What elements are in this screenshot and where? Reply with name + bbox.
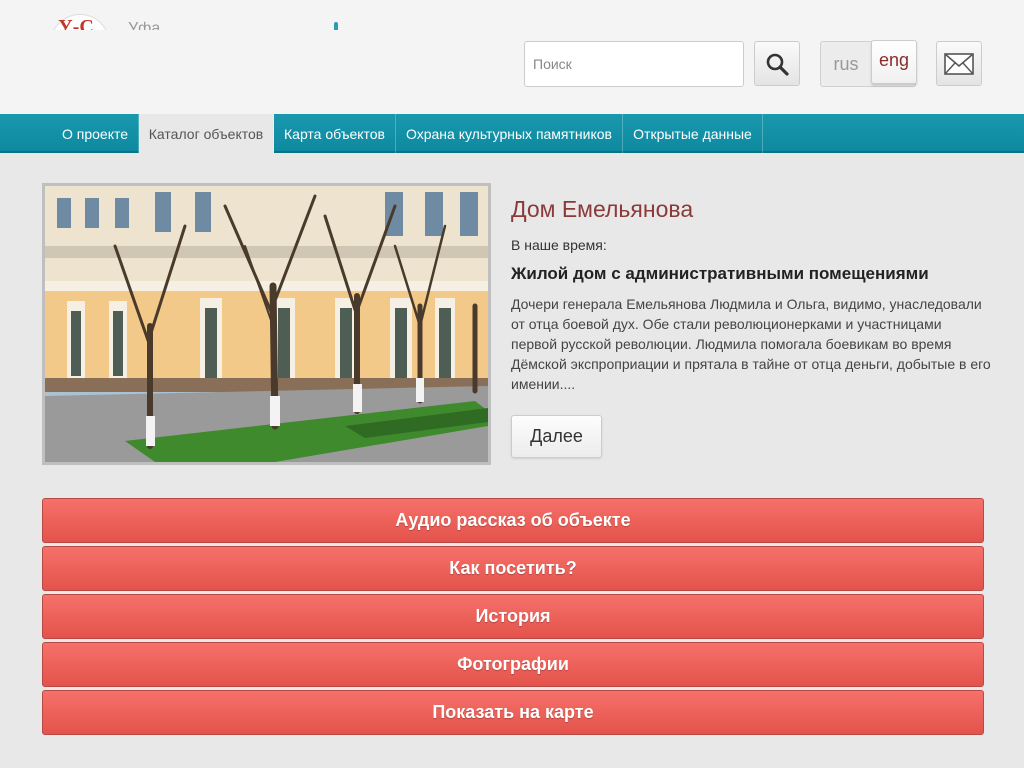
audio-story-button[interactable]: Аудио рассказ об объекте	[42, 498, 984, 543]
lang-eng-button[interactable]: eng	[871, 40, 917, 84]
nav-item-about[interactable]: О проекте	[52, 114, 139, 153]
nav-item-map[interactable]: Карта объектов	[274, 114, 396, 153]
mail-button[interactable]	[936, 41, 982, 86]
object-title: Дом Емельянова	[511, 196, 694, 222]
main-nav: О проекте Каталог объектов Карта объекто…	[0, 114, 1024, 153]
site-logo[interactable]: У-С Уфа	[50, 0, 350, 30]
logo-text: Уфа	[128, 20, 161, 30]
nav-item-heritage[interactable]: Охрана культурных памятников	[396, 114, 623, 153]
nav-item-catalog[interactable]: Каталог объектов	[139, 114, 274, 153]
logo-accent	[334, 22, 338, 30]
how-to-visit-button[interactable]: Как посетить?	[42, 546, 984, 591]
lang-rus-button[interactable]: rus	[821, 42, 871, 86]
history-button[interactable]: История	[42, 594, 984, 639]
object-description: Дочери генерала Емельянова Людмила и Оль…	[511, 296, 991, 392]
building-photo-image	[45, 186, 488, 462]
now-label: В наше время:	[511, 237, 607, 253]
envelope-icon	[944, 52, 974, 75]
object-photo	[42, 183, 491, 465]
language-switcher: rus eng	[820, 40, 917, 87]
search-icon	[766, 53, 789, 76]
header: У-С Уфа rus eng	[0, 0, 1024, 114]
more-button[interactable]: Далее	[511, 415, 602, 458]
search-button[interactable]	[754, 41, 800, 86]
search-input[interactable]	[524, 41, 744, 87]
photos-button[interactable]: Фотографии	[42, 642, 984, 687]
show-on-map-button[interactable]: Показать на карте	[42, 690, 984, 735]
logo-mark: У-С	[58, 16, 94, 30]
now-value: Жилой дом с административными помещениям…	[511, 264, 929, 283]
nav-item-open-data[interactable]: Открытые данные	[623, 114, 763, 153]
